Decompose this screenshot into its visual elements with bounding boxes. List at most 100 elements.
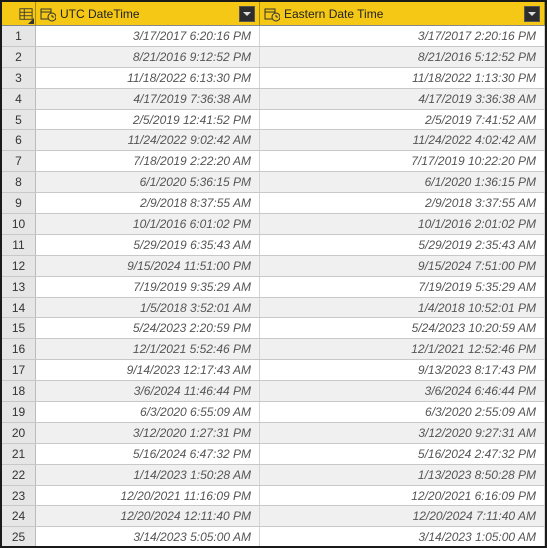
cell-utc[interactable]: 11/18/2022 6:13:30 PM: [36, 68, 260, 88]
cell-eastern[interactable]: 8/21/2016 5:12:52 PM: [260, 47, 545, 67]
cell-eastern[interactable]: 3/14/2023 1:05:00 AM: [260, 527, 545, 546]
cell-utc[interactable]: 1/14/2023 1:50:28 AM: [36, 465, 260, 485]
table-row[interactable]: 52/5/2019 12:41:52 PM2/5/2019 7:41:52 AM: [2, 110, 545, 131]
row-number[interactable]: 24: [2, 506, 36, 526]
table-row[interactable]: 115/29/2019 6:35:43 AM5/29/2019 2:35:43 …: [2, 235, 545, 256]
cell-eastern[interactable]: 4/17/2019 3:36:38 AM: [260, 89, 545, 109]
cell-utc[interactable]: 11/24/2022 9:02:42 AM: [36, 130, 260, 150]
cell-eastern[interactable]: 10/1/2016 2:01:02 PM: [260, 214, 545, 234]
row-number[interactable]: 12: [2, 256, 36, 276]
cell-eastern[interactable]: 3/12/2020 9:27:31 AM: [260, 423, 545, 443]
cell-utc[interactable]: 12/20/2024 12:11:40 PM: [36, 506, 260, 526]
cell-utc[interactable]: 4/17/2019 7:36:38 AM: [36, 89, 260, 109]
table-row[interactable]: 92/9/2018 8:37:55 AM2/9/2018 3:37:55 AM: [2, 193, 545, 214]
column-filter-dropdown[interactable]: [239, 6, 255, 22]
cell-eastern[interactable]: 7/19/2019 5:35:29 AM: [260, 277, 545, 297]
table-row[interactable]: 196/3/2020 6:55:09 AM6/3/2020 2:55:09 AM: [2, 402, 545, 423]
cell-utc[interactable]: 10/1/2016 6:01:02 PM: [36, 214, 260, 234]
cell-eastern[interactable]: 7/17/2019 10:22:20 PM: [260, 151, 545, 171]
cell-eastern[interactable]: 3/6/2024 6:46:44 PM: [260, 381, 545, 401]
table-row[interactable]: 155/24/2023 2:20:59 PM5/24/2023 10:20:59…: [2, 318, 545, 339]
cell-utc[interactable]: 2/9/2018 8:37:55 AM: [36, 193, 260, 213]
table-row[interactable]: 44/17/2019 7:36:38 AM4/17/2019 3:36:38 A…: [2, 89, 545, 110]
cell-utc[interactable]: 5/29/2019 6:35:43 AM: [36, 235, 260, 255]
table-row[interactable]: 183/6/2024 11:46:44 PM3/6/2024 6:46:44 P…: [2, 381, 545, 402]
cell-utc[interactable]: 1/5/2018 3:52:01 AM: [36, 298, 260, 318]
row-number[interactable]: 4: [2, 89, 36, 109]
cell-utc[interactable]: 7/19/2019 9:35:29 AM: [36, 277, 260, 297]
table-row[interactable]: 1010/1/2016 6:01:02 PM10/1/2016 2:01:02 …: [2, 214, 545, 235]
row-number[interactable]: 19: [2, 402, 36, 422]
table-row[interactable]: 221/14/2023 1:50:28 AM1/13/2023 8:50:28 …: [2, 465, 545, 486]
cell-utc[interactable]: 6/1/2020 5:36:15 PM: [36, 172, 260, 192]
cell-utc[interactable]: 2/5/2019 12:41:52 PM: [36, 110, 260, 130]
cell-eastern[interactable]: 12/20/2021 6:16:09 PM: [260, 486, 545, 506]
row-number[interactable]: 23: [2, 486, 36, 506]
cell-utc[interactable]: 12/1/2021 5:52:46 PM: [36, 339, 260, 359]
row-number[interactable]: 16: [2, 339, 36, 359]
cell-utc[interactable]: 12/20/2021 11:16:09 PM: [36, 486, 260, 506]
cell-utc[interactable]: 6/3/2020 6:55:09 AM: [36, 402, 260, 422]
cell-eastern[interactable]: 9/13/2023 8:17:43 PM: [260, 360, 545, 380]
cell-eastern[interactable]: 6/1/2020 1:36:15 PM: [260, 172, 545, 192]
column-filter-dropdown[interactable]: [524, 6, 540, 22]
table-row[interactable]: 13/17/2017 6:20:16 PM3/17/2017 2:20:16 P…: [2, 26, 545, 47]
cell-utc[interactable]: 9/15/2024 11:51:00 PM: [36, 256, 260, 276]
column-header-utc[interactable]: UTC DateTime: [36, 2, 260, 25]
cell-eastern[interactable]: 5/16/2024 2:47:32 PM: [260, 444, 545, 464]
row-number[interactable]: 21: [2, 444, 36, 464]
table-row[interactable]: 141/5/2018 3:52:01 AM1/4/2018 10:52:01 P…: [2, 298, 545, 319]
cell-utc[interactable]: 7/18/2019 2:22:20 AM: [36, 151, 260, 171]
row-number[interactable]: 7: [2, 151, 36, 171]
row-number[interactable]: 5: [2, 110, 36, 130]
table-row[interactable]: 129/15/2024 11:51:00 PM9/15/2024 7:51:00…: [2, 256, 545, 277]
select-all-corner[interactable]: [2, 2, 36, 25]
cell-eastern[interactable]: 5/29/2019 2:35:43 AM: [260, 235, 545, 255]
row-number[interactable]: 22: [2, 465, 36, 485]
row-number[interactable]: 20: [2, 423, 36, 443]
table-row[interactable]: 311/18/2022 6:13:30 PM11/18/2022 1:13:30…: [2, 68, 545, 89]
cell-eastern[interactable]: 5/24/2023 10:20:59 AM: [260, 318, 545, 338]
table-row[interactable]: 1612/1/2021 5:52:46 PM12/1/2021 12:52:46…: [2, 339, 545, 360]
cell-utc[interactable]: 5/24/2023 2:20:59 PM: [36, 318, 260, 338]
row-number[interactable]: 11: [2, 235, 36, 255]
cell-eastern[interactable]: 9/15/2024 7:51:00 PM: [260, 256, 545, 276]
cell-eastern[interactable]: 11/18/2022 1:13:30 PM: [260, 68, 545, 88]
column-header-eastern[interactable]: Eastern Date Time: [260, 2, 545, 25]
table-row[interactable]: 179/14/2023 12:17:43 AM9/13/2023 8:17:43…: [2, 360, 545, 381]
table-row[interactable]: 611/24/2022 9:02:42 AM11/24/2022 4:02:42…: [2, 130, 545, 151]
row-number[interactable]: 25: [2, 527, 36, 546]
row-number[interactable]: 1: [2, 26, 36, 46]
row-number[interactable]: 14: [2, 298, 36, 318]
row-number[interactable]: 15: [2, 318, 36, 338]
table-row[interactable]: 253/14/2023 5:05:00 AM3/14/2023 1:05:00 …: [2, 527, 545, 546]
cell-utc[interactable]: 3/12/2020 1:27:31 PM: [36, 423, 260, 443]
cell-eastern[interactable]: 2/9/2018 3:37:55 AM: [260, 193, 545, 213]
cell-eastern[interactable]: 2/5/2019 7:41:52 AM: [260, 110, 545, 130]
row-number[interactable]: 13: [2, 277, 36, 297]
table-row[interactable]: 137/19/2019 9:35:29 AM7/19/2019 5:35:29 …: [2, 277, 545, 298]
cell-utc[interactable]: 3/17/2017 6:20:16 PM: [36, 26, 260, 46]
cell-utc[interactable]: 3/14/2023 5:05:00 AM: [36, 527, 260, 546]
row-number[interactable]: 18: [2, 381, 36, 401]
table-row[interactable]: 2312/20/2021 11:16:09 PM12/20/2021 6:16:…: [2, 486, 545, 507]
cell-utc[interactable]: 9/14/2023 12:17:43 AM: [36, 360, 260, 380]
row-number[interactable]: 8: [2, 172, 36, 192]
cell-utc[interactable]: 5/16/2024 6:47:32 PM: [36, 444, 260, 464]
table-row[interactable]: 203/12/2020 1:27:31 PM3/12/2020 9:27:31 …: [2, 423, 545, 444]
cell-utc[interactable]: 8/21/2016 9:12:52 PM: [36, 47, 260, 67]
cell-eastern[interactable]: 1/13/2023 8:50:28 PM: [260, 465, 545, 485]
row-number[interactable]: 10: [2, 214, 36, 234]
table-row[interactable]: 2412/20/2024 12:11:40 PM12/20/2024 7:11:…: [2, 506, 545, 527]
table-row[interactable]: 77/18/2019 2:22:20 AM7/17/2019 10:22:20 …: [2, 151, 545, 172]
cell-eastern[interactable]: 11/24/2022 4:02:42 AM: [260, 130, 545, 150]
cell-eastern[interactable]: 12/20/2024 7:11:40 AM: [260, 506, 545, 526]
cell-eastern[interactable]: 1/4/2018 10:52:01 PM: [260, 298, 545, 318]
cell-eastern[interactable]: 6/3/2020 2:55:09 AM: [260, 402, 545, 422]
cell-eastern[interactable]: 3/17/2017 2:20:16 PM: [260, 26, 545, 46]
row-number[interactable]: 6: [2, 130, 36, 150]
row-number[interactable]: 9: [2, 193, 36, 213]
table-row[interactable]: 28/21/2016 9:12:52 PM8/21/2016 5:12:52 P…: [2, 47, 545, 68]
table-row[interactable]: 215/16/2024 6:47:32 PM5/16/2024 2:47:32 …: [2, 444, 545, 465]
row-number[interactable]: 17: [2, 360, 36, 380]
